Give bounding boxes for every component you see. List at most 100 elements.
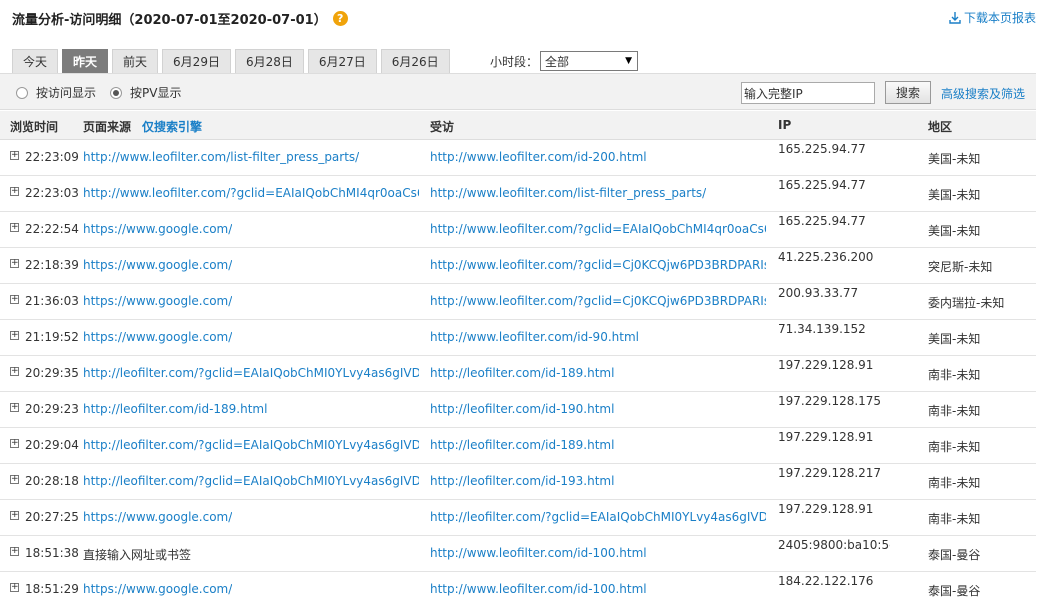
row-region: 南非-未知 <box>928 368 981 382</box>
row-time: 21:36:03 <box>25 294 79 308</box>
row-visited[interactable]: http://leofilter.com/id-189.html <box>430 366 614 380</box>
row-ip: 165.225.94.77 <box>778 214 866 228</box>
row-time: 22:22:54 <box>25 222 79 236</box>
row-source[interactable]: http://leofilter.com/?gclid=EAIaIQobChMI… <box>83 366 419 380</box>
row-visited[interactable]: http://www.leofilter.com/id-100.html <box>430 546 647 560</box>
search-engine-only-link[interactable]: 仅搜索引擎 <box>142 118 202 135</box>
download-report-link[interactable]: 下载本页报表 <box>948 9 1036 26</box>
row-visited[interactable]: http://leofilter.com/id-189.html <box>430 438 614 452</box>
row-region: 南非-未知 <box>928 476 981 490</box>
expand-icon[interactable]: + <box>10 475 19 484</box>
row-source[interactable]: http://www.leofilter.com/?gclid=EAIaIQob… <box>83 186 419 200</box>
row-source[interactable]: http://leofilter.com/id-189.html <box>83 402 267 416</box>
table-row: +18:51:29 https://www.google.com/http://w… <box>0 572 1036 606</box>
expand-icon[interactable]: + <box>10 439 19 448</box>
expand-icon[interactable]: + <box>10 223 19 232</box>
row-ip: 41.225.236.200 <box>778 250 874 264</box>
col-region: 地区 <box>928 120 953 134</box>
row-ip: 71.34.139.152 <box>778 322 866 336</box>
expand-icon[interactable]: + <box>10 511 19 520</box>
row-region: 美国-未知 <box>928 188 981 202</box>
row-region: 泰国-曼谷 <box>928 584 981 598</box>
row-ip: 197.229.128.175 <box>778 394 882 408</box>
expand-icon[interactable]: + <box>10 295 19 304</box>
row-ip: 197.229.128.91 <box>778 358 874 372</box>
ip-search-input[interactable]: 输入完整IP <box>741 82 875 104</box>
row-time: 21:19:52 <box>25 330 79 344</box>
expand-icon[interactable]: + <box>10 547 19 556</box>
period-select[interactable]: 全部 ▼ <box>540 51 639 71</box>
period-selector: 小时段： 全部 ▼ <box>490 51 639 71</box>
row-visited[interactable]: http://www.leofilter.com/list-filter_pre… <box>430 186 706 200</box>
expand-icon[interactable]: + <box>10 259 19 268</box>
row-region: 南非-未知 <box>928 404 981 418</box>
tab-jun-27[interactable]: 6月27日 <box>307 49 377 73</box>
date-tabs: 今天 昨天 前天 6月29日 6月28日 6月27日 6月26日 <box>12 49 454 73</box>
expand-icon[interactable]: + <box>10 187 19 196</box>
row-visited[interactable]: http://leofilter.com/?gclid=EAIaIQobChMI… <box>430 510 766 524</box>
row-time: 22:23:03 <box>25 186 79 200</box>
tab-jun-28[interactable]: 6月28日 <box>234 49 304 73</box>
expand-icon[interactable]: + <box>10 583 19 592</box>
row-region: 美国-未知 <box>928 224 981 238</box>
row-visited[interactable]: http://www.leofilter.com/?gclid=Cj0KCQjw… <box>430 258 766 272</box>
tab-jun-26[interactable]: 6月26日 <box>380 49 450 73</box>
table-row: +20:29:23 http://leofilter.com/id-189.htm… <box>0 392 1036 428</box>
row-time: 22:18:39 <box>25 258 79 272</box>
tab-yesterday[interactable]: 昨天 <box>62 49 109 73</box>
table-row: +18:51:38 直接输入网址或书签 http://www.leofilter.c… <box>0 536 1036 572</box>
expand-icon[interactable]: + <box>10 331 19 340</box>
row-source: 直接输入网址或书签 <box>83 548 192 562</box>
row-time: 22:23:09 <box>25 150 79 164</box>
row-time: 20:28:18 <box>25 474 79 488</box>
row-time: 18:51:29 <box>25 582 79 596</box>
radio-by-visit-label[interactable]: 按访问显示 <box>36 84 96 101</box>
row-region: 南非-未知 <box>928 512 981 526</box>
help-icon[interactable]: ? <box>332 10 348 26</box>
row-source[interactable]: https://www.google.com/ <box>83 294 232 308</box>
row-source[interactable]: https://www.google.com/ <box>83 258 232 272</box>
radio-by-visit[interactable] <box>16 86 28 99</box>
row-time: 20:29:04 <box>25 438 79 452</box>
tab-today[interactable]: 今天 <box>12 49 59 73</box>
row-source[interactable]: https://www.google.com/ <box>83 330 232 344</box>
display-mode-group: 按访问显示 按PV显示 <box>16 84 195 101</box>
table-row: +22:18:39 https://www.google.com/http://w… <box>0 248 1036 284</box>
row-source[interactable]: https://www.google.com/ <box>83 222 232 236</box>
row-visited[interactable]: http://www.leofilter.com/id-200.html <box>430 150 647 164</box>
table-row: +21:19:52 https://www.google.com/http://w… <box>0 320 1036 356</box>
page-header: 流量分析-访问明细（2020-07-01至2020-07-01） ? <box>12 8 348 28</box>
row-time: 18:51:38 <box>25 546 79 560</box>
expand-icon[interactable]: + <box>10 151 19 160</box>
period-selected-value: 全部 <box>545 54 570 69</box>
row-ip: 2405:9800:ba10:5e! <box>778 538 890 552</box>
advanced-search-link[interactable]: 高级搜索及筛选 <box>941 85 1025 102</box>
row-source[interactable]: http://leofilter.com/?gclid=EAIaIQobChMI… <box>83 438 419 452</box>
row-source[interactable]: http://www.leofilter.com/list-filter_pre… <box>83 150 359 164</box>
radio-by-pv[interactable] <box>110 86 123 99</box>
table-row: +20:29:35 http://leofilter.com/?gclid=EAI… <box>0 356 1036 392</box>
tab-jun-29[interactable]: 6月29日 <box>162 49 231 73</box>
row-ip: 197.229.128.217 <box>778 466 882 480</box>
row-source[interactable]: https://www.google.com/ <box>83 582 232 596</box>
row-source[interactable]: https://www.google.com/ <box>83 510 232 524</box>
expand-icon[interactable]: + <box>10 367 19 376</box>
row-visited[interactable]: http://www.leofilter.com/id-90.html <box>430 330 639 344</box>
col-time: 浏览时间 <box>10 120 59 134</box>
row-time: 20:27:25 <box>25 510 79 524</box>
row-visited[interactable]: http://www.leofilter.com/id-100.html <box>430 582 647 596</box>
table-row: +22:22:54 https://www.google.com/http://w… <box>0 212 1036 248</box>
col-source: 页面来源 <box>83 120 132 134</box>
expand-icon[interactable]: + <box>10 403 19 412</box>
radio-by-pv-label[interactable]: 按PV显示 <box>130 84 181 101</box>
row-visited[interactable]: http://leofilter.com/id-190.html <box>430 402 614 416</box>
row-visited[interactable]: http://www.leofilter.com/?gclid=EAIaIQob… <box>430 222 766 236</box>
right-edge <box>1036 0 1052 606</box>
search-button[interactable]: 搜索 <box>885 81 931 104</box>
tab-day-before[interactable]: 前天 <box>112 49 159 73</box>
row-visited[interactable]: http://www.leofilter.com/?gclid=Cj0KCQjw… <box>430 294 766 308</box>
row-source[interactable]: http://leofilter.com/?gclid=EAIaIQobChMI… <box>83 474 419 488</box>
row-region: 美国-未知 <box>928 152 981 166</box>
row-time: 20:29:23 <box>25 402 79 416</box>
row-visited[interactable]: http://leofilter.com/id-193.html <box>430 474 614 488</box>
